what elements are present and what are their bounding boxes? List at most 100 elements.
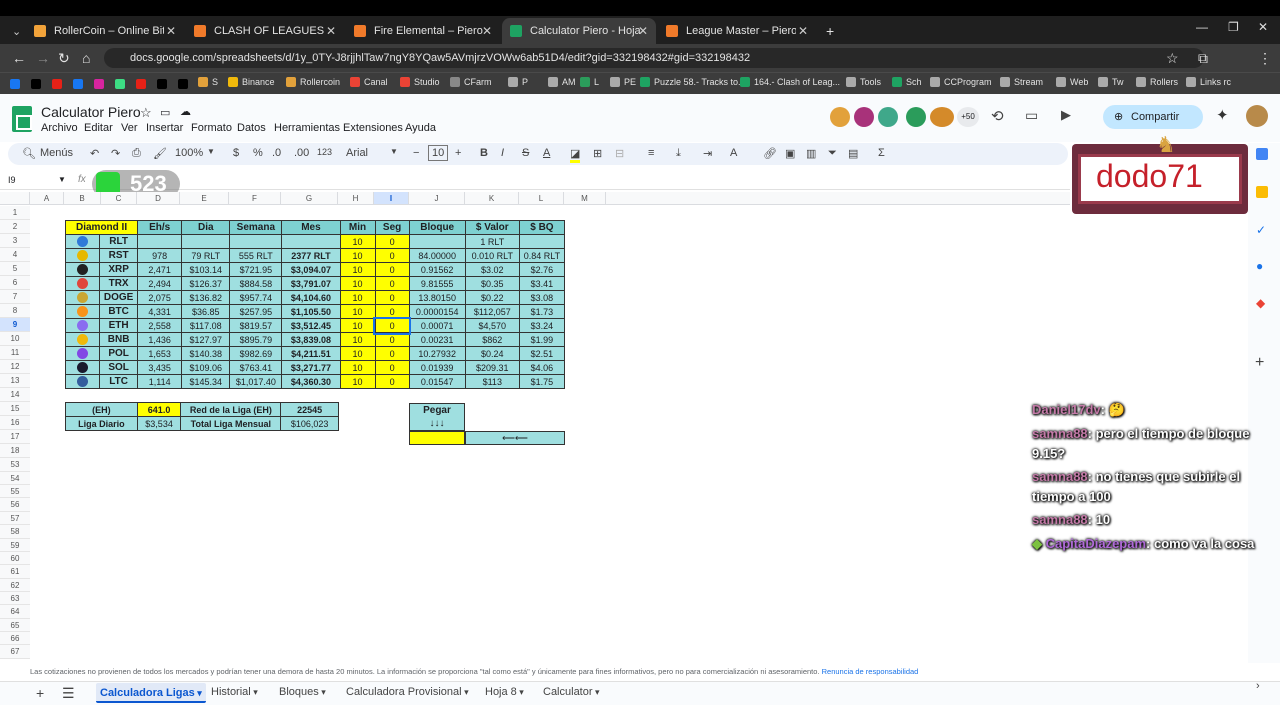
collaborators-count[interactable]: +50 xyxy=(957,107,979,127)
cell-min[interactable]: 10 xyxy=(339,248,376,263)
bookmark-item[interactable]: Tools xyxy=(846,77,881,87)
account-avatar[interactable] xyxy=(1246,105,1268,127)
bookmark-icon[interactable] xyxy=(10,79,20,89)
rotate-icon[interactable]: A xyxy=(730,147,737,159)
cell-seg[interactable]: 0 xyxy=(374,304,410,319)
bookmark-item[interactable]: Web xyxy=(1056,77,1088,87)
row-header[interactable]: 2 xyxy=(0,220,30,234)
column-header[interactable]: H xyxy=(338,192,374,205)
cell-min[interactable]: 10 xyxy=(339,276,376,291)
bookmark-item[interactable]: Binance xyxy=(228,77,275,87)
sheets-logo-icon[interactable] xyxy=(12,106,32,132)
cell-min[interactable]: 10 xyxy=(339,318,376,333)
menu-ver[interactable]: Ver xyxy=(121,122,138,134)
menu-extensiones[interactable]: Extensiones xyxy=(343,122,403,134)
row-header[interactable]: 17 xyxy=(0,430,30,444)
all-sheets-icon[interactable]: ☰ xyxy=(62,685,75,702)
minimize-icon[interactable]: — xyxy=(1196,20,1208,34)
bookmark-item[interactable]: CFarm xyxy=(450,77,492,87)
tab-close-icon[interactable]: ✕ xyxy=(326,24,336,38)
back-icon[interactable]: ← xyxy=(12,50,26,66)
row-header[interactable]: 58 xyxy=(0,525,30,539)
functions-icon[interactable]: Σ xyxy=(878,147,885,159)
bookmark-item[interactable]: Sch xyxy=(892,77,922,87)
cell-min[interactable]: 10 xyxy=(339,290,376,305)
row-header[interactable]: 4 xyxy=(0,248,30,262)
cell-seg[interactable]: 0 xyxy=(374,346,410,361)
row-header[interactable]: 60 xyxy=(0,552,30,565)
sheet-tab[interactable]: Bloques ▾ xyxy=(279,686,326,698)
filter-views-icon[interactable]: ▤ xyxy=(848,147,858,160)
valign-icon[interactable]: ⤓ xyxy=(676,147,681,160)
column-header[interactable]: A xyxy=(30,192,64,205)
row-header[interactable]: 53 xyxy=(0,458,30,472)
explore-icon[interactable]: › xyxy=(1256,680,1260,692)
menu-herramientas[interactable]: Herramientas xyxy=(274,122,340,134)
wrap-icon[interactable]: ⇥ xyxy=(703,147,712,160)
cell-seg[interactable]: 0 xyxy=(374,332,410,347)
reload-icon[interactable]: ↻ xyxy=(58,50,70,67)
print-icon[interactable]: ⎙ xyxy=(132,147,141,160)
currency-button[interactable]: $ xyxy=(233,147,239,159)
row-header[interactable]: 56 xyxy=(0,498,30,512)
avatar[interactable] xyxy=(854,107,874,127)
cell-min[interactable]: 10 xyxy=(339,234,376,249)
sheet-tab-chevron-icon[interactable]: ▾ xyxy=(195,688,202,698)
column-header[interactable]: C xyxy=(101,192,137,205)
row-header[interactable]: 64 xyxy=(0,605,30,619)
browser-tab[interactable]: League Master – Piero ✕ xyxy=(658,18,816,44)
row-header[interactable]: 9 xyxy=(0,318,30,332)
cell-seg[interactable]: 0 xyxy=(374,234,410,249)
row-header[interactable]: 65 xyxy=(0,619,30,632)
calendar-icon[interactable] xyxy=(1256,148,1268,160)
row-header[interactable]: 15 xyxy=(0,402,30,416)
sheet-tab[interactable]: Calculator ▾ xyxy=(543,686,600,698)
add-sheet-icon[interactable]: + xyxy=(36,685,44,701)
bookmark-icon[interactable] xyxy=(136,79,146,89)
sheet-tab-chevron-icon[interactable]: ▾ xyxy=(251,687,258,697)
bookmark-icon[interactable] xyxy=(178,79,188,89)
bookmark-item[interactable]: CCProgram xyxy=(930,77,992,87)
cell-seg[interactable]: 0 xyxy=(374,290,410,305)
eh-value[interactable]: 641.0 xyxy=(136,402,182,417)
keep-icon[interactable] xyxy=(1256,186,1268,198)
bookmark-item[interactable]: PE xyxy=(610,77,636,87)
avatar[interactable] xyxy=(930,107,954,127)
menu-datos[interactable]: Datos xyxy=(237,122,266,134)
url-field[interactable]: docs.google.com/spreadsheets/d/1y_0TY-J8… xyxy=(104,48,1204,68)
link-icon[interactable]: 🔗︎ xyxy=(763,147,777,160)
menus-search[interactable]: Menús xyxy=(40,147,73,159)
column-header[interactable]: B xyxy=(64,192,101,205)
row-header[interactable]: 6 xyxy=(0,276,30,290)
undo-icon[interactable]: ↶ xyxy=(90,147,99,160)
column-header[interactable]: L xyxy=(519,192,564,205)
extensions-icon[interactable]: ⧉ xyxy=(1198,50,1208,67)
maximize-icon[interactable]: ❐ xyxy=(1228,20,1239,34)
bookmark-item[interactable]: AM xyxy=(548,77,576,87)
column-header[interactable]: J xyxy=(409,192,465,205)
history-icon[interactable]: ⟲ xyxy=(991,107,1004,125)
sheet-tab[interactable]: Hoja 8 ▾ xyxy=(485,686,524,698)
sheet-tab-chevron-icon[interactable]: ▾ xyxy=(593,687,600,697)
chart-icon[interactable]: ▥ xyxy=(806,147,816,160)
row-header[interactable]: 67 xyxy=(0,645,30,659)
number-format-button[interactable]: 123 xyxy=(317,147,332,157)
row-header[interactable]: 66 xyxy=(0,632,30,645)
browser-tab[interactable]: Fire Elemental – Piero ✕ xyxy=(346,18,500,44)
row-header[interactable]: 1 xyxy=(0,206,30,220)
maps-icon[interactable]: ◆ xyxy=(1256,296,1265,310)
bookmark-icon[interactable] xyxy=(73,79,83,89)
bookmark-item[interactable]: Rollercoin xyxy=(286,77,340,87)
bookmark-item[interactable]: Canal xyxy=(350,77,388,87)
font-size-input[interactable]: 10 xyxy=(428,145,449,161)
red-value[interactable]: 22545 xyxy=(280,402,339,417)
cell-min[interactable]: 10 xyxy=(339,360,376,375)
add-addon-icon[interactable]: + xyxy=(1255,354,1264,372)
tab-close-icon[interactable]: ✕ xyxy=(638,24,648,38)
bookmark-item[interactable]: Tw xyxy=(1098,77,1124,87)
bookmark-item[interactable]: Links rc xyxy=(1186,77,1231,87)
column-header[interactable]: K xyxy=(465,192,519,205)
browser-tab[interactable]: RollerCoin – Online Bitcoin Min✕ xyxy=(26,18,184,44)
row-header[interactable]: 3 xyxy=(0,234,30,248)
row-header[interactable]: 61 xyxy=(0,565,30,579)
